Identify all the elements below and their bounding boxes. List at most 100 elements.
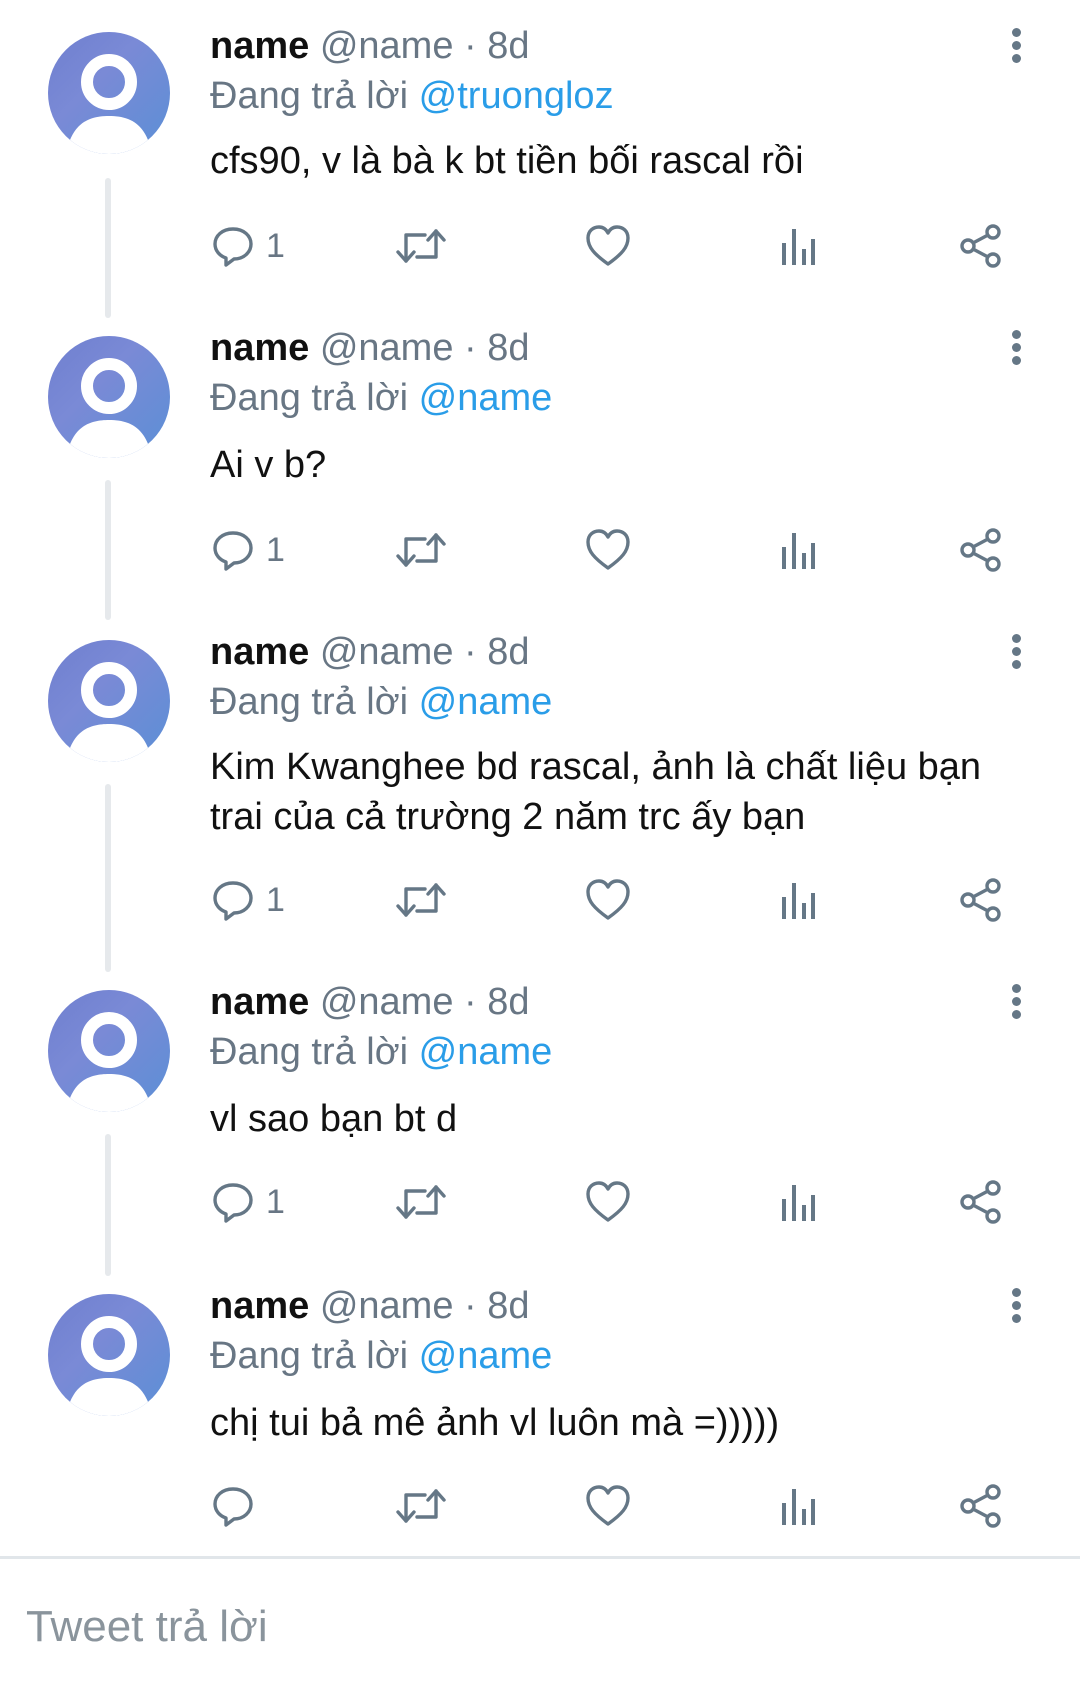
share-icon bbox=[958, 877, 1004, 923]
display-name[interactable]: name bbox=[210, 1285, 309, 1327]
tweet-header: name @name · 8d bbox=[210, 1284, 530, 1328]
retweet-icon bbox=[395, 877, 447, 923]
default-profile-icon bbox=[66, 54, 152, 154]
comment-bubble-icon bbox=[210, 223, 256, 269]
share-button[interactable] bbox=[958, 520, 1004, 580]
like-button[interactable] bbox=[584, 216, 632, 276]
display-name[interactable]: name bbox=[210, 327, 309, 369]
bar-chart-icon bbox=[778, 877, 818, 923]
bar-chart-icon bbox=[778, 223, 818, 269]
thread-line bbox=[105, 480, 111, 620]
vertical-dots-icon bbox=[1012, 634, 1021, 643]
reply-prefix: Đang trả lời bbox=[210, 1031, 419, 1073]
reply-mention[interactable]: @name bbox=[419, 1335, 553, 1377]
retweet-icon bbox=[395, 223, 447, 269]
view-stats-button[interactable] bbox=[778, 870, 818, 930]
view-stats-button[interactable] bbox=[778, 216, 818, 276]
like-button[interactable] bbox=[584, 520, 632, 580]
like-button[interactable] bbox=[584, 870, 632, 930]
handle-and-time: @name · 8d bbox=[319, 981, 530, 1023]
tweet-text: chị tui bả mê ảnh vl luôn mà =))))) bbox=[210, 1402, 780, 1444]
view-stats-button[interactable] bbox=[778, 1476, 818, 1536]
thread-line bbox=[105, 784, 111, 972]
view-stats-button[interactable] bbox=[778, 1172, 818, 1232]
default-profile-icon bbox=[66, 1316, 152, 1416]
composer-divider bbox=[0, 1556, 1080, 1559]
replying-to: Đang trả lời @name bbox=[210, 1030, 552, 1074]
avatar[interactable] bbox=[48, 1294, 170, 1416]
retweet-icon bbox=[395, 527, 447, 573]
replying-to: Đang trả lời @name bbox=[210, 1334, 552, 1378]
heart-icon bbox=[584, 223, 632, 269]
vertical-dots-icon bbox=[1012, 984, 1021, 993]
like-button[interactable] bbox=[584, 1476, 632, 1536]
reply-prefix: Đang trả lời bbox=[210, 681, 419, 723]
vertical-dots-icon bbox=[1012, 28, 1021, 37]
avatar[interactable] bbox=[48, 32, 170, 154]
handle-and-time: @name · 8d bbox=[319, 631, 530, 673]
replying-to: Đang trả lời @name bbox=[210, 376, 552, 420]
more-options-button[interactable] bbox=[1006, 980, 1026, 1024]
more-options-button[interactable] bbox=[1006, 630, 1026, 674]
reply-button[interactable]: 1 bbox=[210, 216, 285, 276]
retweet-button[interactable] bbox=[395, 870, 447, 930]
heart-icon bbox=[584, 527, 632, 573]
tweet-actions: 1 bbox=[210, 216, 1020, 276]
retweet-icon bbox=[395, 1483, 447, 1529]
vertical-dots-icon bbox=[1012, 1288, 1021, 1297]
retweet-button[interactable] bbox=[395, 520, 447, 580]
handle-and-time: @name · 8d bbox=[319, 25, 530, 67]
tweet-header: name @name · 8d bbox=[210, 980, 530, 1024]
display-name[interactable]: name bbox=[210, 981, 309, 1023]
share-button[interactable] bbox=[958, 1476, 1004, 1536]
tweet-actions: 1 bbox=[210, 870, 1020, 930]
share-icon bbox=[958, 223, 1004, 269]
reply-button[interactable]: 1 bbox=[210, 520, 285, 580]
more-options-button[interactable] bbox=[1006, 24, 1026, 68]
share-button[interactable] bbox=[958, 870, 1004, 930]
more-options-button[interactable] bbox=[1006, 1284, 1026, 1328]
heart-icon bbox=[584, 1483, 632, 1529]
reply-button[interactable] bbox=[210, 1476, 266, 1536]
reply-composer-input[interactable]: Tweet trả lời bbox=[26, 1600, 268, 1654]
heart-icon bbox=[584, 877, 632, 923]
thread-line bbox=[105, 178, 111, 318]
retweet-button[interactable] bbox=[395, 1476, 447, 1536]
replying-to: Đang trả lời @truongloz bbox=[210, 74, 614, 118]
share-button[interactable] bbox=[958, 1172, 1004, 1232]
bar-chart-icon bbox=[778, 527, 818, 573]
reply-count: 1 bbox=[266, 226, 285, 265]
reply-mention[interactable]: @name bbox=[419, 377, 553, 419]
view-stats-button[interactable] bbox=[778, 520, 818, 580]
vertical-dots-icon bbox=[1012, 330, 1021, 339]
share-button[interactable] bbox=[958, 216, 1004, 276]
reply-mention[interactable]: @truongloz bbox=[419, 75, 614, 117]
thread-line bbox=[105, 1134, 111, 1276]
replying-to: Đang trả lời @name bbox=[210, 680, 552, 724]
like-button[interactable] bbox=[584, 1172, 632, 1232]
display-name[interactable]: name bbox=[210, 25, 309, 67]
display-name[interactable]: name bbox=[210, 631, 309, 673]
share-icon bbox=[958, 1179, 1004, 1225]
tweet-header: name @name · 8d bbox=[210, 630, 530, 674]
comment-bubble-icon bbox=[210, 877, 256, 923]
default-profile-icon bbox=[66, 662, 152, 762]
retweet-button[interactable] bbox=[395, 216, 447, 276]
tweet-text: Kim Kwanghee bd rascal, ảnh là chất liệu… bbox=[210, 746, 982, 838]
tweet-actions: 1 bbox=[210, 1172, 1020, 1232]
retweet-button[interactable] bbox=[395, 1172, 447, 1232]
tweet-text: cfs90, v là bà k bt tiền bối rascal rồi bbox=[210, 140, 804, 182]
comment-bubble-icon bbox=[210, 1483, 256, 1529]
reply-button[interactable]: 1 bbox=[210, 870, 285, 930]
more-options-button[interactable] bbox=[1006, 326, 1026, 370]
reply-button[interactable]: 1 bbox=[210, 1172, 285, 1232]
reply-prefix: Đang trả lời bbox=[210, 75, 419, 117]
bar-chart-icon bbox=[778, 1483, 818, 1529]
avatar[interactable] bbox=[48, 640, 170, 762]
reply-mention[interactable]: @name bbox=[419, 681, 553, 723]
retweet-icon bbox=[395, 1179, 447, 1225]
reply-prefix: Đang trả lời bbox=[210, 377, 419, 419]
avatar[interactable] bbox=[48, 990, 170, 1112]
reply-mention[interactable]: @name bbox=[419, 1031, 553, 1073]
avatar[interactable] bbox=[48, 336, 170, 458]
